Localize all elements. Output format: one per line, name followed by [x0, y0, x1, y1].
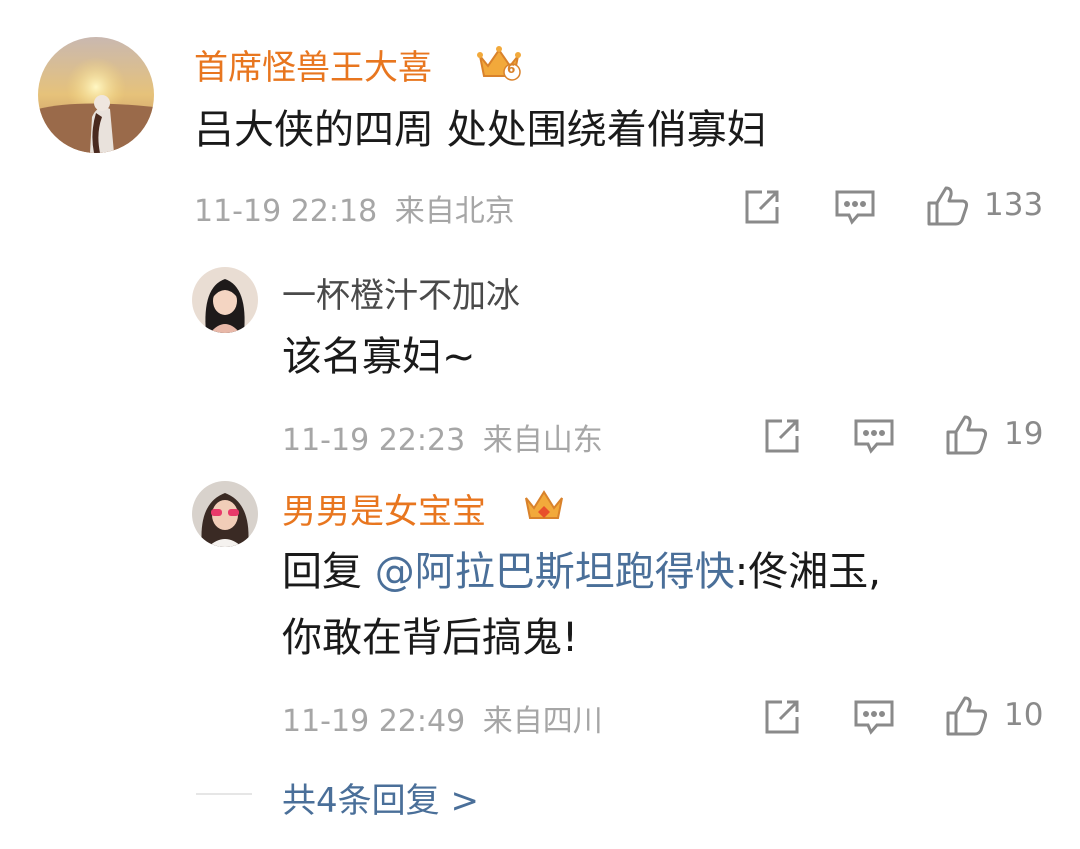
like-icon[interactable] — [945, 414, 989, 456]
username-main[interactable]: 首席怪兽王大喜 — [194, 40, 432, 89]
comment-icon[interactable] — [853, 417, 895, 457]
crown-badge-icon — [522, 486, 566, 526]
reply-text-2: 回复 @阿拉巴斯坦跑得快:佟湘玉, — [282, 543, 881, 601]
avatar-main[interactable] — [38, 37, 154, 153]
reply-prefix: 回复 — [282, 549, 375, 595]
avatar-reply-1[interactable] — [192, 267, 258, 333]
comment-time-main: 11-19 22:18 来自北京 — [194, 186, 515, 230]
location: 来自山东 — [482, 423, 603, 458]
more-replies-divider — [196, 793, 252, 795]
time: 11-19 22:49 — [282, 704, 466, 739]
more-replies-link[interactable]: 共4条回复 > — [282, 773, 479, 822]
share-icon[interactable] — [762, 697, 802, 737]
username-reply-2[interactable]: 男男是女宝宝 — [282, 484, 486, 533]
reply-time-1: 11-19 22:23 来自山东 — [282, 415, 603, 459]
username-reply-1[interactable]: 一杯橙汁不加冰 — [282, 268, 520, 317]
time: 11-19 22:18 — [194, 194, 378, 229]
share-icon[interactable] — [742, 187, 782, 227]
comment-icon[interactable] — [834, 188, 876, 228]
mention-link[interactable]: @阿拉巴斯坦跑得快 — [375, 549, 735, 595]
comment-icon[interactable] — [853, 698, 895, 738]
location: 来自四川 — [482, 704, 603, 739]
comment-text-main: 吕大侠的四周 处处围绕着俏寡妇 — [194, 107, 767, 153]
reply-text-2-line2: 你敢在背后搞鬼! — [282, 615, 579, 661]
like-count-reply-1: 19 — [1004, 416, 1044, 452]
time: 11-19 22:23 — [282, 423, 466, 458]
avatar-reply-2[interactable] — [192, 481, 258, 547]
reply-text-1: 该名寡妇~ — [282, 334, 476, 380]
reply-time-2: 11-19 22:49 来自四川 — [282, 696, 603, 740]
share-icon[interactable] — [762, 416, 802, 456]
like-icon[interactable] — [945, 695, 989, 737]
like-count-reply-2: 10 — [1004, 697, 1044, 733]
like-icon[interactable] — [926, 185, 970, 227]
reply-text-after: :佟湘玉, — [734, 549, 881, 595]
badge-level: 6 — [507, 62, 516, 76]
crown-badge-icon: 6 — [474, 42, 524, 84]
like-count-main: 133 — [984, 187, 1044, 223]
location: 来自北京 — [394, 194, 515, 229]
